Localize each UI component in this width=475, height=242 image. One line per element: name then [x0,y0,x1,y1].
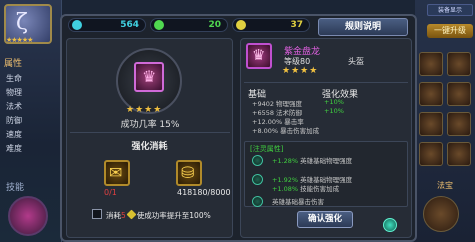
orb-icon [154,20,164,30]
confirm-enhance-button[interactable]: 确认强化 [297,211,353,228]
gem-icon [126,209,137,220]
attr-item: 法术 [6,102,22,111]
effect-stat: +10% [324,107,344,115]
cost-title: 强化消耗 [131,142,168,152]
coin-icon [236,20,246,30]
resource-coins: 37 [232,18,310,32]
magic-slot[interactable] [423,196,459,232]
one-key-upgrade-button[interactable]: 一键升级 [427,24,473,38]
enhance-stone-count: 0/1 [104,188,117,197]
spirit-icon [252,174,263,185]
attr-item: 防御 [6,116,22,125]
guarantee-label: 消耗5 使成功率提升至100% [106,209,211,221]
divider [70,132,230,133]
hero-stars: ★★★★★ [6,36,33,44]
attr-item: 难度 [6,144,22,153]
item-icon: ♛ [134,62,164,92]
equip-slot[interactable] [447,112,471,136]
item-icon: ♛ [246,43,272,69]
resource-orbs: 20 [150,18,228,32]
hero-side-panel: ζ ★★★★★ 属性 生命 物理 法术 防御 速度 难度 技能 [0,0,62,242]
attr-item: 物理 [6,88,22,97]
equip-display-button[interactable]: 装备显示 [427,4,473,16]
equip-slot[interactable] [419,112,443,136]
label-part: 使成功率提升至100% [136,211,211,220]
resource-value: 20 [208,20,221,30]
spirit-icon [252,196,263,207]
resource-value: 37 [290,20,303,30]
gold-count: 418180/8000 [177,188,231,197]
gem-icon [72,20,82,30]
equipment-side-panel: 装备显示 一键升级 法宝 [415,0,475,242]
success-rate: 成功几率 15% [120,120,180,130]
spirit-icon [252,155,263,166]
equip-slot[interactable] [447,52,471,76]
label-part: 消耗 [106,211,121,220]
resource-gems: 564 [68,18,146,32]
attr-item: 生命 [6,74,22,83]
guarantee-checkbox[interactable] [92,209,102,219]
resource-value: 564 [120,20,139,30]
attr-value: +1.08% [272,185,299,193]
attr-list: 生命 物理 法术 防御 速度 难度 [6,72,22,156]
attr-label: 英雄基础暴击伤害 [272,198,324,206]
gold-slot[interactable]: ⛁ [176,160,202,186]
attr-title: 属性 [4,59,23,69]
attr-label: 技能伤害加成 [298,185,340,193]
enhance-stars: ★★★★ [126,105,163,115]
attr-item: 速度 [6,130,22,139]
equip-slot[interactable] [447,82,471,106]
skill-title: 技能 [6,183,25,193]
label-cost: 5 [121,211,126,220]
magic-tag: 法宝 [437,181,453,190]
item-slot: 头盔 [348,57,364,66]
divider [244,82,408,83]
base-stat: +8.00% 暴击伤害加成 [252,127,320,135]
help-icon[interactable] [383,218,397,232]
effect-stat: +10% [324,98,344,106]
attr-label: 英雄基础物理强度 [298,157,353,165]
skill-icon[interactable] [8,196,48,236]
attr-value: +1.28% [272,157,299,165]
equip-slot[interactable] [419,142,443,166]
spirit-attr-title: [注灵属性] [250,145,284,153]
equip-slot[interactable] [419,82,443,106]
rules-button[interactable]: 规则说明 [318,18,408,36]
item-stars: ★★★★ [282,66,319,76]
equip-slot[interactable] [419,52,443,76]
equip-slot[interactable] [447,142,471,166]
enhance-stone-slot[interactable]: ✉ [104,160,130,186]
